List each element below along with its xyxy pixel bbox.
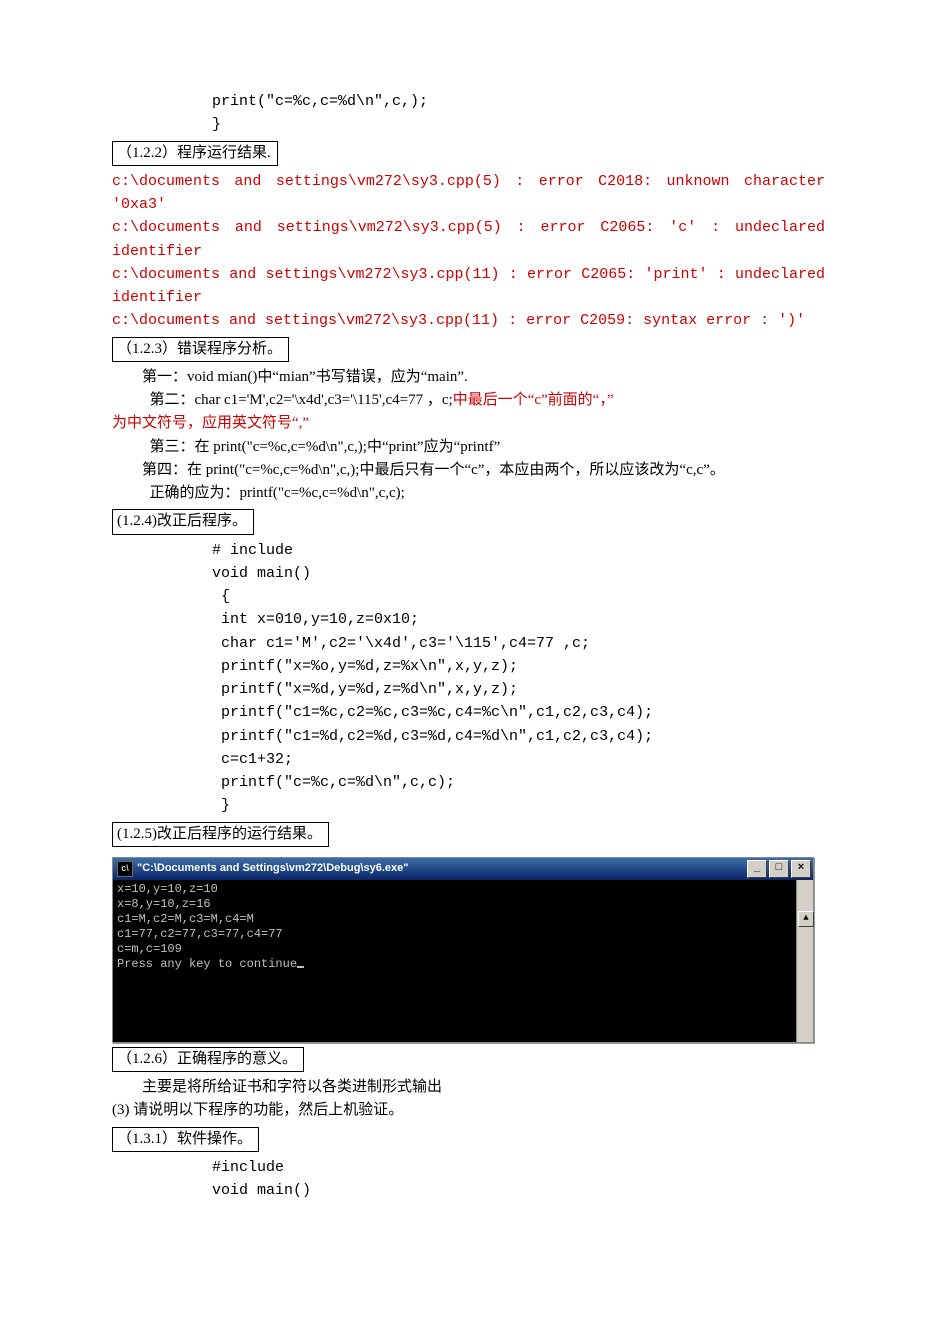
section-heading-1-2-6: （1.2.6）正确程序的意义。	[112, 1047, 304, 1072]
console-output: x=10,y=10,z=10 x=8,y=10,z=16 c1=M,c2=M,c…	[113, 880, 813, 1042]
compiler-error: c:\documents and settings\vm272\sy3.cpp(…	[112, 216, 825, 263]
code-line: printf("x=%o,y=%d,z=%x\n",x,y,z);	[112, 655, 825, 678]
section-heading-1-2-2: （1.2.2）程序运行结果.	[112, 141, 278, 166]
code-line: # include	[112, 539, 825, 562]
analysis-point-2b: 为中文符号，应用英文符号“,”	[112, 412, 825, 435]
console-line: x=10,y=10,z=10	[117, 882, 218, 896]
analysis-point-2: 第二：char c1='M',c2='\x4d',c3='\115',c4=77…	[112, 389, 825, 412]
text-span: 第二：char c1='M',c2='\x4d',c3='\115',c4=77…	[112, 392, 453, 408]
compiler-error: c:\documents and settings\vm272\sy3.cpp(…	[112, 309, 825, 332]
console-line: Press any key to continue	[117, 957, 297, 971]
window-title: "C:\Documents and Settings\vm272\Debug\s…	[137, 860, 745, 877]
maximize-button[interactable]: □	[769, 860, 789, 878]
compiler-error: c:\documents and settings\vm272\sy3.cpp(…	[112, 170, 825, 217]
compiler-error: c:\documents and settings\vm272\sy3.cpp(…	[112, 263, 825, 310]
section-heading-1-2-3: （1.2.3）错误程序分析。	[112, 337, 289, 362]
code-line: printf("x=%d,y=%d,z=%d\n",x,y,z);	[112, 678, 825, 701]
section-heading-1-3-1: （1.3.1）软件操作。	[112, 1127, 259, 1152]
text-red: 中最后一个“c”前面的“，”	[453, 392, 614, 408]
console-line: x=8,y=10,z=16	[117, 897, 211, 911]
analysis-point-5: 正确的应为：printf("c=%c,c=%d\n",c,c);	[112, 482, 825, 505]
console-line: c1=77,c2=77,c3=77,c4=77	[117, 927, 283, 941]
code-fragment: }	[112, 113, 825, 136]
console-window: c\ "C:\Documents and Settings\vm272\Debu…	[112, 857, 814, 1043]
section-heading-1-2-5: (1.2.5)改正后程序的运行结果。	[112, 822, 329, 847]
section-heading-1-2-4: (1.2.4)改正后程序。	[112, 509, 254, 534]
task-3: (3) 请说明以下程序的功能，然后上机验证。	[112, 1099, 825, 1122]
meaning-text: 主要是将所给证书和字符以各类进制形式输出	[112, 1076, 825, 1099]
code-line: }	[112, 794, 825, 817]
console-line: c=m,c=109	[117, 942, 182, 956]
minimize-button[interactable]: _	[747, 860, 767, 878]
code-line: #include	[112, 1156, 825, 1179]
code-line: printf("c1=%c,c2=%c,c3=%c,c4=%c\n",c1,c2…	[112, 701, 825, 724]
close-button[interactable]: ×	[791, 860, 811, 878]
cmd-icon: c\	[117, 861, 133, 877]
document-page: print("c=%c,c=%d\n",c,); } （1.2.2）程序运行结果…	[0, 0, 945, 1337]
code-line: print("c=%c,c=%d\n",c,);	[212, 93, 428, 110]
window-title-bar: c\ "C:\Documents and Settings\vm272\Debu…	[113, 858, 813, 880]
scroll-up-button[interactable]: ▲	[798, 911, 814, 927]
code-line: char c1='M',c2='\x4d',c3='\115',c4=77 ,c…	[112, 632, 825, 655]
code-line: }	[212, 116, 221, 133]
code-line: {	[112, 585, 825, 608]
code-line: c=c1+32;	[112, 748, 825, 771]
code-line: void main()	[112, 562, 825, 585]
analysis-point-1: 第一：void mian()中“mian”书写错误，应为“main”.	[112, 366, 825, 389]
scrollbar[interactable]: ▲	[796, 880, 813, 1042]
analysis-point-3: 第三：在 print("c=%c,c=%d\n",c,);中“print”应为“…	[112, 436, 825, 459]
code-line: printf("c1=%d,c2=%d,c3=%d,c4=%d\n",c1,c2…	[112, 725, 825, 748]
cursor-icon	[297, 966, 304, 968]
code-line: printf("c=%c,c=%d\n",c,c);	[112, 771, 825, 794]
code-line: void main()	[112, 1179, 825, 1202]
code-line: int x=010,y=10,z=0x10;	[112, 608, 825, 631]
console-line: c1=M,c2=M,c3=M,c4=M	[117, 912, 254, 926]
analysis-point-4: 第四：在 print("c=%c,c=%d\n",c,);中最后只有一个“c”，…	[112, 459, 825, 482]
code-fragment: print("c=%c,c=%d\n",c,);	[112, 90, 825, 113]
